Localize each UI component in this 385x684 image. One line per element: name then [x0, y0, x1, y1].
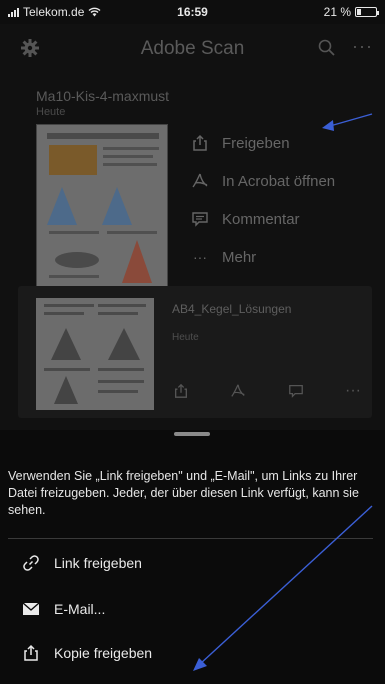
- share-info-text: Verwenden Sie „Link freigeben" und „E-Ma…: [8, 469, 359, 517]
- status-bar: Telekom.de 16:59 21 %: [0, 0, 385, 24]
- app-header: Adobe Scan ···: [0, 24, 385, 72]
- email-label: E-Mail...: [54, 601, 106, 617]
- email-option[interactable]: E-Mail...: [22, 600, 105, 618]
- share-action[interactable]: Freigeben: [190, 124, 335, 162]
- link-icon: [22, 554, 40, 572]
- divider: [8, 538, 373, 539]
- share-icon: [22, 644, 40, 662]
- mail-icon: [22, 600, 40, 618]
- acrobat-icon[interactable]: [229, 382, 247, 400]
- link-share-option[interactable]: Link freigeben: [22, 554, 142, 572]
- document-card[interactable]: AB4_Kegel_Lösungen Heute ···: [18, 286, 372, 418]
- more-icon[interactable]: ···: [344, 382, 362, 400]
- document-thumbnail[interactable]: [36, 124, 168, 294]
- document-quick-actions: Freigeben In Acrobat öffnen Kommentar ··…: [190, 124, 335, 276]
- share-copy-option[interactable]: Kopie freigeben: [22, 644, 152, 662]
- comment-action-label: Kommentar: [222, 210, 300, 228]
- document-preview-image: [36, 298, 154, 410]
- acrobat-icon: [190, 171, 210, 191]
- document-card-actions: ···: [172, 382, 362, 400]
- more-action[interactable]: ··· Mehr: [190, 238, 335, 276]
- battery-status: 21 %: [323, 5, 379, 19]
- document-preview-image: [37, 125, 167, 293]
- comment-icon: [190, 209, 210, 229]
- comment-action[interactable]: Kommentar: [190, 200, 335, 238]
- more-options-icon[interactable]: ···: [352, 36, 373, 57]
- link-share-label: Link freigeben: [54, 555, 142, 571]
- share-sheet: Verwenden Sie „Link freigeben" und „E-Ma…: [0, 430, 385, 684]
- open-in-acrobat-label: In Acrobat öffnen: [222, 172, 336, 190]
- document-date: Heute: [172, 332, 199, 343]
- document-date: Heute: [36, 106, 66, 118]
- more-action-label: Mehr: [222, 248, 257, 266]
- open-in-acrobat-action[interactable]: In Acrobat öffnen: [190, 162, 335, 200]
- document-thumbnail[interactable]: [36, 298, 154, 410]
- document-name: AB4_Kegel_Lösungen: [172, 302, 292, 316]
- document-name: Ma10-Kis-4-maxmust: [36, 88, 170, 104]
- share-icon[interactable]: [172, 382, 190, 400]
- battery-icon: [355, 7, 379, 17]
- share-icon: [190, 133, 210, 153]
- search-icon[interactable]: [317, 38, 337, 58]
- share-copy-label: Kopie freigeben: [54, 645, 153, 661]
- sheet-drag-handle[interactable]: [174, 432, 210, 436]
- more-icon: ···: [193, 249, 207, 265]
- battery-percent: 21 %: [323, 5, 351, 19]
- comment-icon[interactable]: [287, 382, 305, 400]
- app-content-dimmed: Adobe Scan ··· Ma10-Kis-4-maxmust Heute: [0, 24, 385, 462]
- share-action-label: Freigeben: [222, 134, 290, 152]
